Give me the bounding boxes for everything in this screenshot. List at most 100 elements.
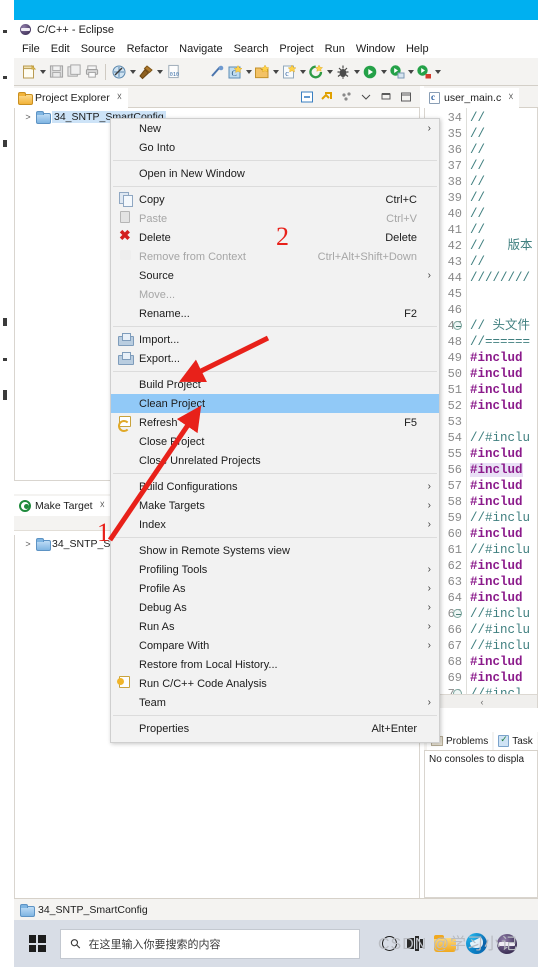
menu-item-delete[interactable]: ✖ Delete Delete	[111, 228, 439, 247]
menu-separator	[113, 537, 437, 538]
code-line: //	[470, 222, 485, 238]
code-text: //#inclu	[470, 543, 531, 557]
chevron-right-icon[interactable]: >	[23, 539, 33, 549]
menu-source[interactable]: Source	[81, 43, 116, 55]
tab-project-explorer[interactable]: Project Explorer ☓	[14, 85, 129, 108]
menu-item-build-configurations[interactable]: Build Configurations ›	[111, 477, 439, 496]
build-all-dropdown-arrow[interactable]	[128, 63, 137, 81]
menu-item-compare-with[interactable]: Compare With ›	[111, 636, 439, 655]
menu-item-source[interactable]: Source ›	[111, 266, 439, 285]
tab-make-target-label: Make Target	[35, 499, 93, 512]
debug-icon[interactable]	[334, 63, 352, 81]
menu-file[interactable]: File	[22, 43, 40, 55]
run-config-dropdown-arrow[interactable]	[406, 63, 415, 81]
menu-navigate[interactable]: Navigate	[179, 43, 222, 55]
external-tools-dropdown-arrow[interactable]	[433, 63, 442, 81]
tab-user-main-c[interactable]: user_main.c ☓	[424, 85, 519, 108]
build-hammer-icon[interactable]	[137, 63, 155, 81]
close-icon[interactable]: ☓	[100, 500, 105, 511]
menu-item-new[interactable]: New ›	[111, 119, 439, 138]
new-file-dropdown-arrow[interactable]	[38, 63, 47, 81]
menu-item-build-project[interactable]: Build Project	[111, 375, 439, 394]
chevron-down-icon[interactable]	[360, 90, 374, 104]
menu-item-copy[interactable]: Copy Ctrl+C	[111, 190, 439, 209]
menu-edit[interactable]: Edit	[51, 43, 70, 55]
scroll-left-arrow-icon[interactable]: ‹	[481, 697, 484, 707]
menu-item-run-as[interactable]: Run As ›	[111, 617, 439, 636]
cortana-icon[interactable]	[382, 936, 397, 951]
menu-item-team[interactable]: Team ›	[111, 693, 439, 712]
build-all-icon[interactable]	[110, 63, 128, 81]
editor-horizontal-scrollbar[interactable]: ‹	[425, 694, 537, 708]
menu-item-close-unrelated-projects[interactable]: Close Unrelated Projects	[111, 451, 439, 470]
menu-item-import[interactable]: Import...	[111, 330, 439, 349]
context-menu[interactable]: New › Go Into Open in New Window Copy Ctrl+C P…	[110, 118, 440, 743]
code-line: #includ	[470, 574, 523, 590]
collapse-all-icon[interactable]	[300, 90, 314, 104]
menu-item-label: Show in Remote Systems view	[139, 544, 290, 557]
menu-item-open-in-new-window[interactable]: Open in New Window	[111, 164, 439, 183]
external-tools-icon[interactable]	[415, 63, 433, 81]
close-icon[interactable]: ☓	[117, 92, 122, 103]
menu-item-debug-as[interactable]: Debug As ›	[111, 598, 439, 617]
eclipse-icon[interactable]	[497, 933, 517, 954]
menu-item-clean-project[interactable]: Clean Project	[111, 394, 439, 413]
tab-make-target[interactable]: Make Target ☓	[14, 493, 111, 516]
open-type-dropdown-arrow[interactable]	[325, 63, 334, 81]
menu-item-close-project[interactable]: Close Project	[111, 432, 439, 451]
menu-item-run-c-c-code-analysis[interactable]: Run C/C++ Code Analysis	[111, 674, 439, 693]
windows-start-icon[interactable]	[14, 920, 60, 967]
menu-item-profiling-tools[interactable]: Profiling Tools ›	[111, 560, 439, 579]
menu-item-export[interactable]: Export...	[111, 349, 439, 368]
new-c-project-dropdown-arrow[interactable]	[244, 63, 253, 81]
view-menu-icon[interactable]	[340, 90, 354, 104]
save-icon[interactable]	[47, 63, 65, 81]
minimize-icon[interactable]	[380, 90, 394, 104]
edge-icon[interactable]	[466, 933, 487, 954]
fold-collapse-icon[interactable]	[453, 609, 462, 618]
binary-icon[interactable]: 010	[164, 63, 182, 81]
close-icon[interactable]: ☓	[508, 92, 513, 103]
menu-item-make-targets[interactable]: Make Targets ›	[111, 496, 439, 515]
run-config-icon[interactable]	[388, 63, 406, 81]
tab-tasks[interactable]: Task	[494, 732, 537, 750]
fold-collapse-icon[interactable]	[453, 321, 462, 330]
chevron-right-icon[interactable]: >	[23, 112, 33, 122]
open-type-icon[interactable]	[307, 63, 325, 81]
file-explorer-icon[interactable]	[434, 935, 456, 952]
new-folder-dropdown-arrow[interactable]	[271, 63, 280, 81]
new-file-icon[interactable]	[20, 63, 38, 81]
skip-breakpoints-icon[interactable]	[208, 63, 226, 81]
line-number: 54	[447, 431, 462, 445]
menu-search[interactable]: Search	[234, 43, 269, 55]
task-view-icon[interactable]	[407, 936, 424, 951]
taskbar-search-input[interactable]: ⚲ 在这里输入你要搜索的内容	[60, 928, 360, 959]
save-all-icon[interactable]	[65, 63, 83, 81]
build-hammer-dropdown-arrow[interactable]	[155, 63, 164, 81]
menu-item-restore-from-local-history[interactable]: Restore from Local History...	[111, 655, 439, 674]
menu-run[interactable]: Run	[325, 43, 345, 55]
menu-item-rename[interactable]: Rename... F2	[111, 304, 439, 323]
menu-window[interactable]: Window	[356, 43, 395, 55]
maximize-icon[interactable]	[400, 90, 414, 104]
print-icon[interactable]	[83, 63, 101, 81]
link-editor-icon[interactable]	[320, 90, 334, 104]
menu-item-show-in-remote-systems-view[interactable]: Show in Remote Systems view	[111, 541, 439, 560]
menu-project[interactable]: Project	[279, 43, 313, 55]
run-dropdown-arrow[interactable]	[379, 63, 388, 81]
menu-item-go-into[interactable]: Go Into	[111, 138, 439, 157]
menu-refactor[interactable]: Refactor	[127, 43, 169, 55]
code-editor-area[interactable]: 3435363738394041424344454647484950515253…	[424, 108, 538, 708]
new-class-dropdown-arrow[interactable]	[298, 63, 307, 81]
menu-help[interactable]: Help	[406, 43, 429, 55]
menu-item-refresh[interactable]: Refresh F5	[111, 413, 439, 432]
menu-item-profile-as[interactable]: Profile As ›	[111, 579, 439, 598]
new-folder-icon[interactable]	[253, 63, 271, 81]
menu-item-index[interactable]: Index ›	[111, 515, 439, 534]
debug-dropdown-arrow[interactable]	[352, 63, 361, 81]
window-title: C/C++ - Eclipse	[37, 23, 115, 36]
new-class-icon[interactable]: c	[280, 63, 298, 81]
menu-item-properties[interactable]: Properties Alt+Enter	[111, 719, 439, 738]
run-icon[interactable]	[361, 63, 379, 81]
new-c-project-icon[interactable]: C	[226, 63, 244, 81]
